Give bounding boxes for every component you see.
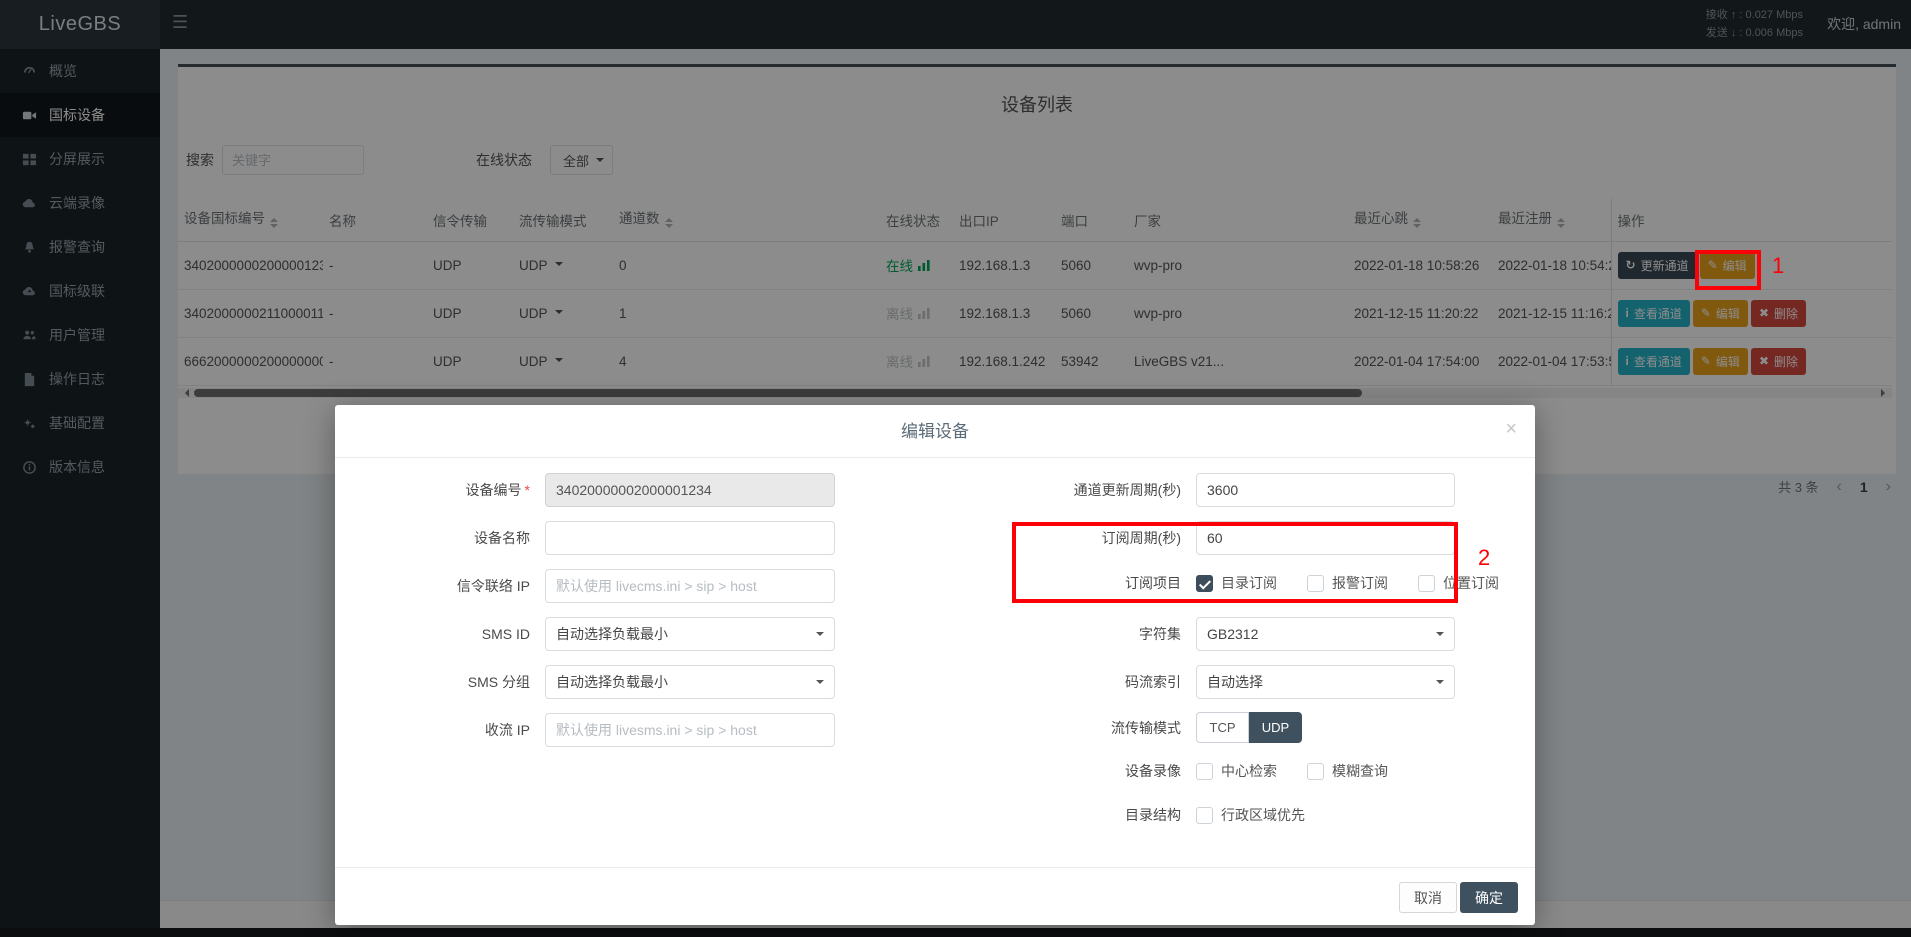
stream-index-row: 码流索引 自动选择 <box>996 665 1455 699</box>
device-id-field <box>545 473 835 507</box>
chevron-down-icon <box>1436 632 1444 640</box>
annotation-number-1: 1 <box>1772 253 1784 279</box>
recv-ip-field[interactable] <box>545 713 835 747</box>
annotation-number-2: 2 <box>1478 545 1490 571</box>
device-record-row: 设备录像 中心检索 模糊查询 <box>996 761 1388 781</box>
modal-footer: 取消 确定 <box>335 867 1535 925</box>
device-id-row: 设备编号* <box>345 473 835 507</box>
channel-refresh-row: 通道更新周期(秒) <box>996 473 1455 507</box>
modal-title: 编辑设备 <box>335 405 1535 458</box>
sms-group-select[interactable]: 自动选择负载最小 <box>545 665 835 699</box>
tcp-option[interactable]: TCP <box>1196 712 1249 743</box>
recv-ip-row: 收流 IP <box>345 713 835 747</box>
edit-device-modal: 编辑设备 × 设备编号* 设备名称 信令联络 IP SMS ID 自动选择负载最… <box>335 405 1535 925</box>
required-mark: * <box>525 482 530 498</box>
close-icon[interactable]: × <box>1505 418 1517 441</box>
sms-id-select[interactable]: 自动选择负载最小 <box>545 617 835 651</box>
signal-ip-row: 信令联络 IP <box>345 569 835 603</box>
dir-structure-row: 目录结构 行政区域优先 <box>996 805 1305 825</box>
chevron-down-icon <box>1436 680 1444 688</box>
stream-mode-toggle: TCP UDP <box>1196 712 1302 743</box>
chevron-down-icon <box>816 680 824 688</box>
signal-ip-field[interactable] <box>545 569 835 603</box>
modal-header: 编辑设备 × <box>335 405 1535 458</box>
cancel-button[interactable]: 取消 <box>1399 882 1457 913</box>
confirm-button[interactable]: 确定 <box>1460 882 1518 913</box>
annotation-box-2 <box>1012 522 1458 603</box>
annotation-box-1 <box>1695 250 1761 290</box>
center-search-checkbox[interactable] <box>1196 763 1213 780</box>
device-name-field[interactable] <box>545 521 835 555</box>
udp-option[interactable]: UDP <box>1249 712 1302 743</box>
sms-group-row: SMS 分组 自动选择负载最小 <box>345 665 835 699</box>
device-name-row: 设备名称 <box>345 521 835 555</box>
sms-id-row: SMS ID 自动选择负载最小 <box>345 617 835 651</box>
admin-region-first-checkbox[interactable] <box>1196 807 1213 824</box>
charset-select[interactable]: GB2312 <box>1196 617 1455 651</box>
charset-row: 字符集 GB2312 <box>996 617 1455 651</box>
stream-mode-row: 流传输模式 TCP UDP <box>996 712 1302 743</box>
chevron-down-icon <box>816 632 824 640</box>
stream-index-select[interactable]: 自动选择 <box>1196 665 1455 699</box>
fuzzy-query-checkbox[interactable] <box>1307 763 1324 780</box>
channel-refresh-field[interactable] <box>1196 473 1455 507</box>
